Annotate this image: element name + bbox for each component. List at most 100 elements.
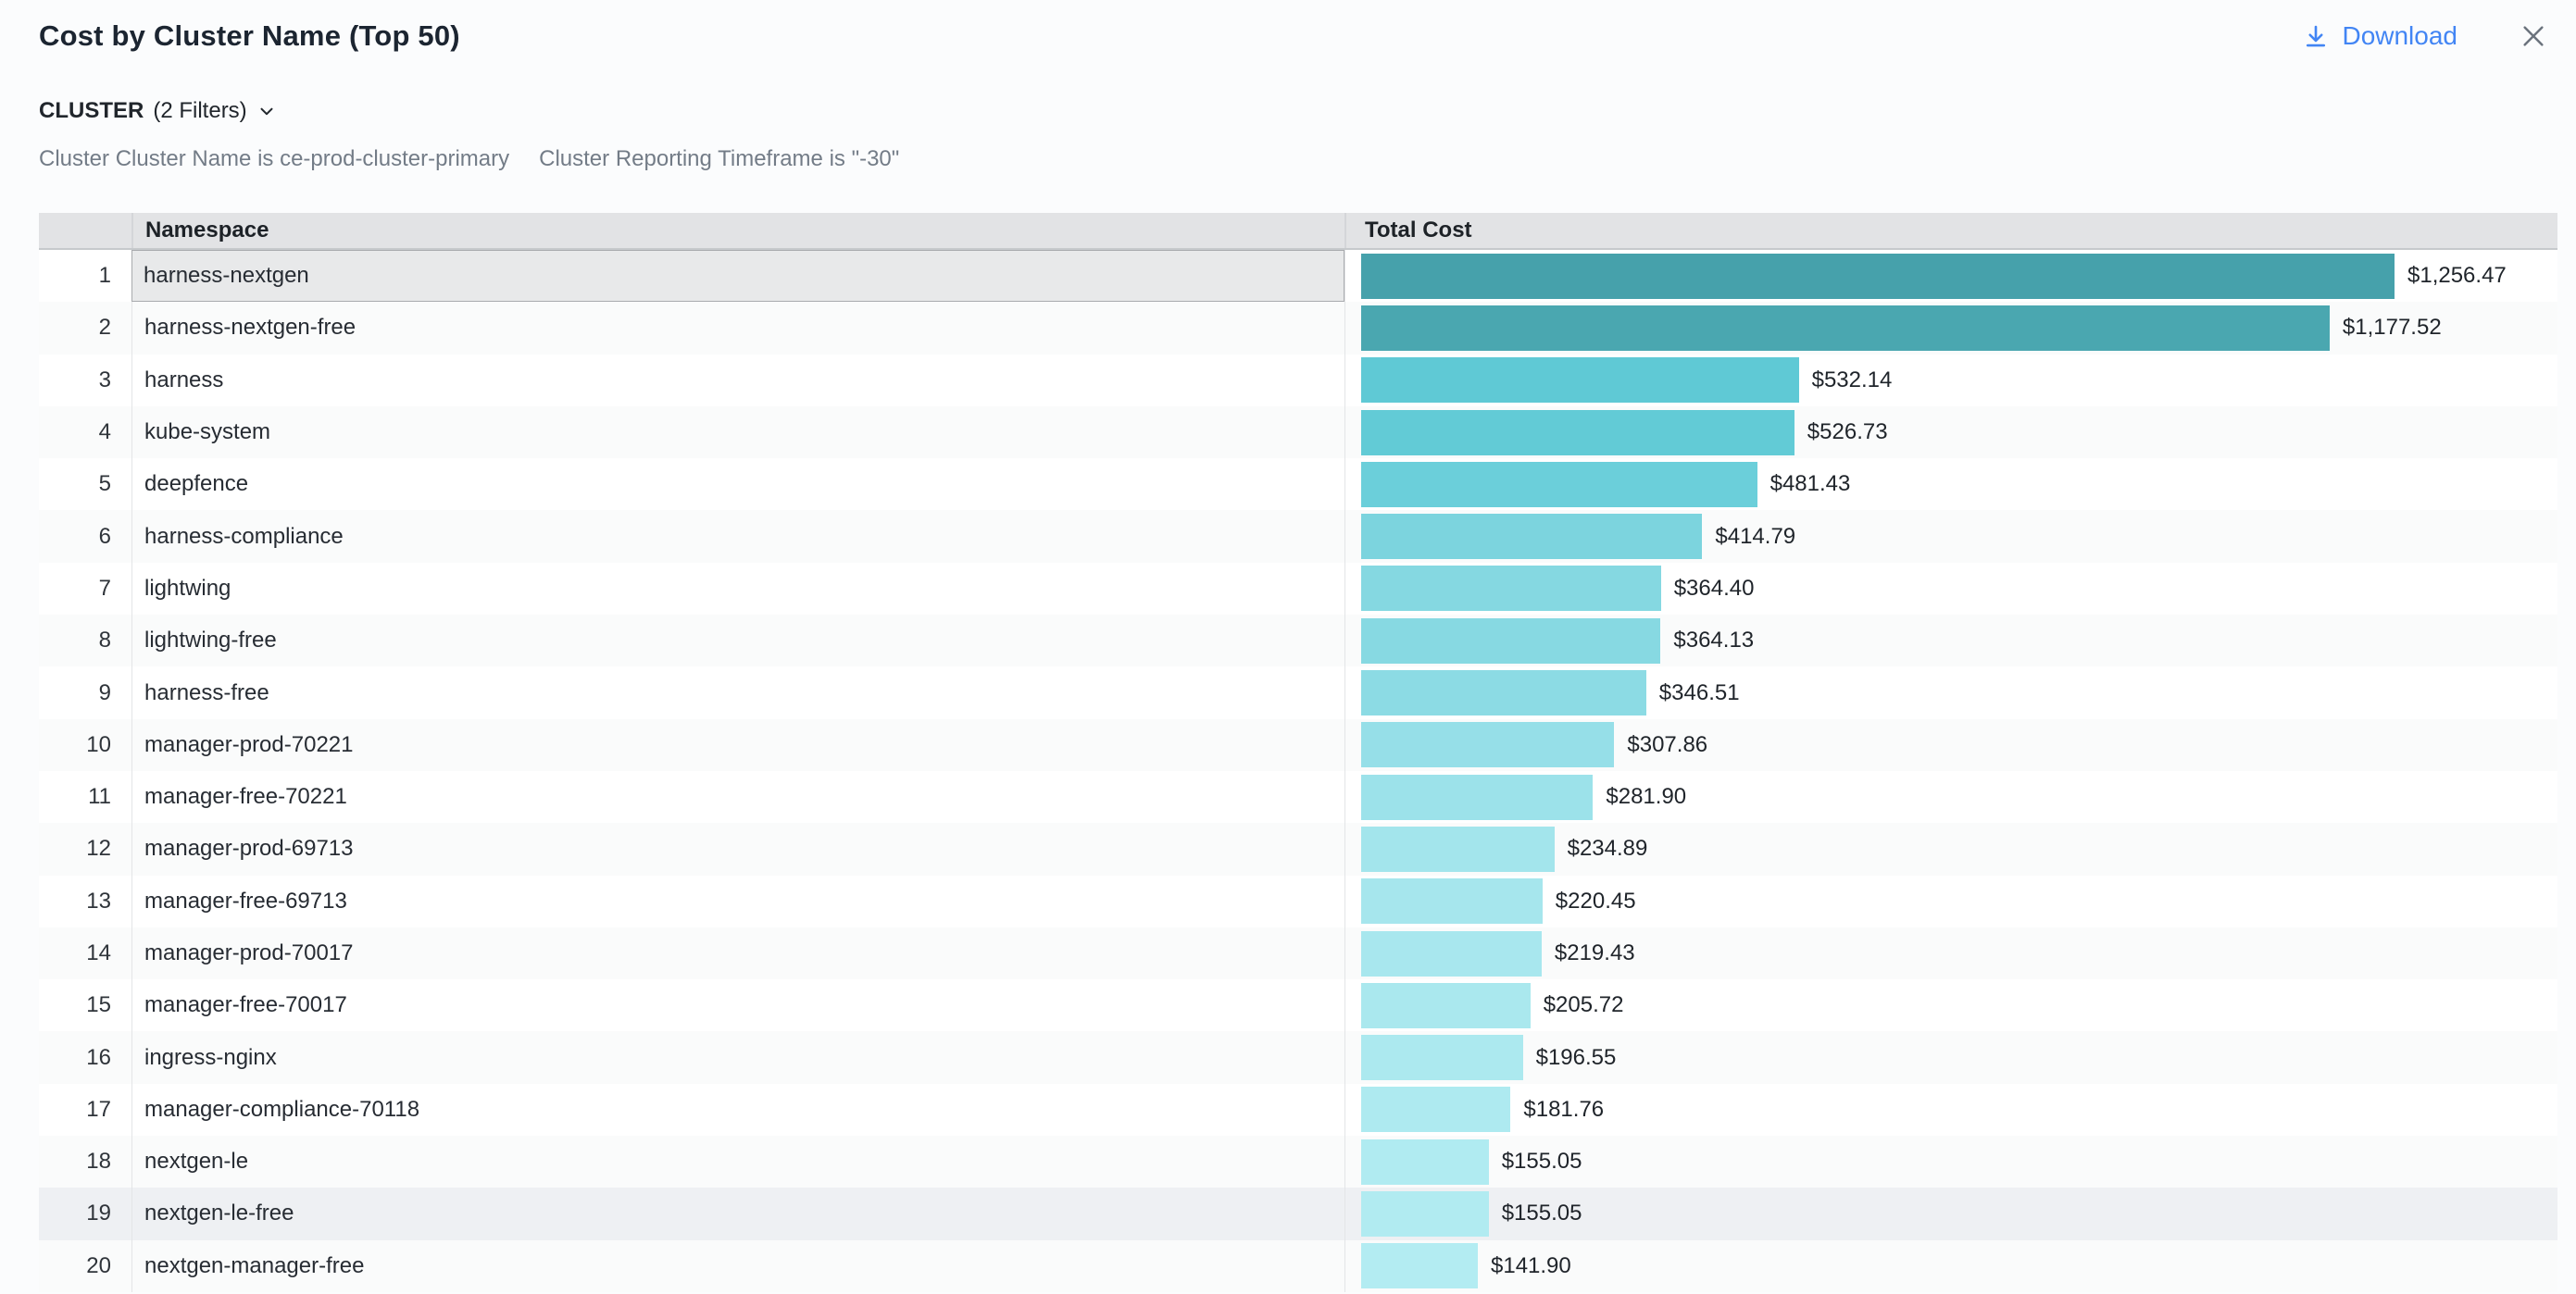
cost-bar — [1361, 1243, 1478, 1288]
cost-cell[interactable]: $181.76 — [1344, 1084, 2557, 1136]
row-rank: 8 — [39, 615, 131, 666]
table-row[interactable]: 6harness-compliance$414.79 — [39, 510, 2557, 562]
cost-cell[interactable]: $141.90 — [1344, 1240, 2557, 1292]
cost-value: $219.43 — [1555, 940, 1635, 966]
namespace-cell[interactable]: harness-compliance — [131, 510, 1344, 562]
column-header-namespace[interactable]: Namespace — [131, 213, 1344, 248]
row-rank: 18 — [39, 1136, 131, 1188]
column-header-total-cost[interactable]: Total Cost — [1344, 213, 2557, 248]
row-rank: 7 — [39, 563, 131, 615]
namespace-cell[interactable]: manager-prod-70221 — [131, 719, 1344, 771]
cost-bar — [1361, 514, 1702, 559]
download-icon — [2302, 22, 2330, 50]
namespace-cell[interactable]: nextgen-manager-free — [131, 1240, 1344, 1292]
cost-cell[interactable]: $532.14 — [1344, 355, 2557, 406]
table-row[interactable]: 8lightwing-free $364.13 — [39, 615, 2557, 666]
namespace-cell[interactable]: manager-prod-69713 — [131, 823, 1344, 875]
cost-cell[interactable]: $364.40 — [1344, 563, 2557, 615]
cost-bar — [1361, 566, 1661, 611]
table-row[interactable]: 10manager-prod-70221 $307.86 — [39, 719, 2557, 771]
cost-cell[interactable]: $1,256.47 — [1344, 250, 2557, 302]
cost-value: $481.43 — [1770, 471, 1851, 497]
table-row[interactable]: 11manager-free-70221$281.90 — [39, 771, 2557, 823]
cost-value: $307.86 — [1627, 732, 1707, 758]
cost-cell[interactable]: $220.45 — [1344, 876, 2557, 927]
row-rank: 3 — [39, 355, 131, 406]
table-row[interactable]: 18nextgen-le$155.05 — [39, 1136, 2557, 1188]
table-row[interactable]: 14manager-prod-70017$219.43 — [39, 927, 2557, 979]
table-row[interactable]: 7lightwing$364.40 — [39, 563, 2557, 615]
namespace-cell[interactable]: harness — [131, 355, 1344, 406]
namespace-cell[interactable]: harness-nextgen — [131, 250, 1344, 302]
namespace-cell[interactable]: lightwing — [131, 563, 1344, 615]
table-row[interactable]: 13manager-free-69713$220.45 — [39, 876, 2557, 927]
cost-cell[interactable]: $234.89 — [1344, 823, 2557, 875]
applied-filter: Cluster Reporting Timeframe is "-30" — [539, 146, 899, 172]
table-row[interactable]: 2harness-nextgen-free$1,177.52 — [39, 302, 2557, 354]
namespace-cell[interactable]: harness-nextgen-free — [131, 302, 1344, 354]
namespace-cell[interactable]: harness-free — [131, 666, 1344, 718]
namespace-cell[interactable]: manager-free-70017 — [131, 979, 1344, 1031]
cost-value: $532.14 — [1812, 367, 1893, 393]
namespace-cell[interactable]: nextgen-le — [131, 1136, 1344, 1188]
close-button[interactable] — [2519, 21, 2548, 51]
cluster-filters-dropdown[interactable]: CLUSTER (2 Filters) — [39, 98, 277, 124]
table-row[interactable]: 5deepfence$481.43 — [39, 458, 2557, 510]
table-row[interactable]: 19nextgen-le-free $155.05 — [39, 1188, 2557, 1239]
cost-cell[interactable]: $307.86 — [1344, 719, 2557, 771]
table-row[interactable]: 4kube-system$526.73 — [39, 406, 2557, 458]
cost-value: $196.55 — [1536, 1045, 1617, 1071]
namespace-cell[interactable]: manager-free-70221 — [131, 771, 1344, 823]
cost-cell[interactable]: $414.79 — [1344, 510, 2557, 562]
namespace-cell[interactable]: deepfence — [131, 458, 1344, 510]
table-row[interactable]: 1harness-nextgen$1,256.47 — [39, 250, 2557, 302]
cost-cell[interactable]: $1,177.52 — [1344, 302, 2557, 354]
page-title: Cost by Cluster Name (Top 50) — [39, 19, 460, 53]
cost-cell[interactable]: $219.43 — [1344, 927, 2557, 979]
cost-bar — [1361, 1139, 1489, 1185]
namespace-cell[interactable]: lightwing-free — [131, 615, 1344, 666]
row-rank: 4 — [39, 406, 131, 458]
namespace-cell[interactable]: kube-system — [131, 406, 1344, 458]
download-button[interactable]: Download — [2302, 21, 2457, 51]
cost-bar — [1361, 983, 1531, 1028]
table-row[interactable]: 17manager-compliance-70118$181.76 — [39, 1084, 2557, 1136]
table-row[interactable]: 12manager-prod-69713$234.89 — [39, 823, 2557, 875]
cost-bar — [1361, 410, 1794, 455]
close-icon — [2519, 21, 2548, 51]
cost-cell[interactable]: $481.43 — [1344, 458, 2557, 510]
cost-cell[interactable]: $205.72 — [1344, 979, 2557, 1031]
row-rank: 20 — [39, 1240, 131, 1292]
cost-value: $346.51 — [1659, 680, 1740, 706]
filter-group-label: CLUSTER — [39, 98, 144, 124]
row-rank: 13 — [39, 876, 131, 927]
cost-value: $141.90 — [1491, 1253, 1571, 1279]
cost-value: $364.13 — [1673, 628, 1754, 653]
row-rank: 10 — [39, 719, 131, 771]
cost-cell[interactable]: $155.05 — [1344, 1136, 2557, 1188]
namespace-cell[interactable]: manager-free-69713 — [131, 876, 1344, 927]
row-rank: 2 — [39, 302, 131, 354]
cost-value: $155.05 — [1502, 1201, 1582, 1226]
cost-value: $234.89 — [1568, 836, 1648, 862]
cost-cell[interactable]: $196.55 — [1344, 1031, 2557, 1083]
namespace-cell[interactable]: ingress-nginx — [131, 1031, 1344, 1083]
table-row[interactable]: 16ingress-nginx$196.55 — [39, 1031, 2557, 1083]
table-header-row: Namespace Total Cost — [39, 213, 2557, 250]
cost-bar — [1361, 254, 2395, 299]
row-rank: 17 — [39, 1084, 131, 1136]
cost-cell[interactable]: $364.13 — [1344, 615, 2557, 666]
cost-cell[interactable]: $155.05 — [1344, 1188, 2557, 1239]
cost-cell[interactable]: $346.51 — [1344, 666, 2557, 718]
table-row[interactable]: 3harness $532.14 — [39, 355, 2557, 406]
namespace-cell[interactable]: manager-prod-70017 — [131, 927, 1344, 979]
table-row[interactable]: 20nextgen-manager-free $141.90 — [39, 1240, 2557, 1292]
cost-cell[interactable]: $526.73 — [1344, 406, 2557, 458]
cost-cell[interactable]: $281.90 — [1344, 771, 2557, 823]
table-row[interactable]: 9harness-free$346.51 — [39, 666, 2557, 718]
row-rank: 19 — [39, 1188, 131, 1239]
cost-bar — [1361, 1191, 1489, 1237]
table-row[interactable]: 15manager-free-70017$205.72 — [39, 979, 2557, 1031]
namespace-cell[interactable]: nextgen-le-free — [131, 1188, 1344, 1239]
namespace-cell[interactable]: manager-compliance-70118 — [131, 1084, 1344, 1136]
